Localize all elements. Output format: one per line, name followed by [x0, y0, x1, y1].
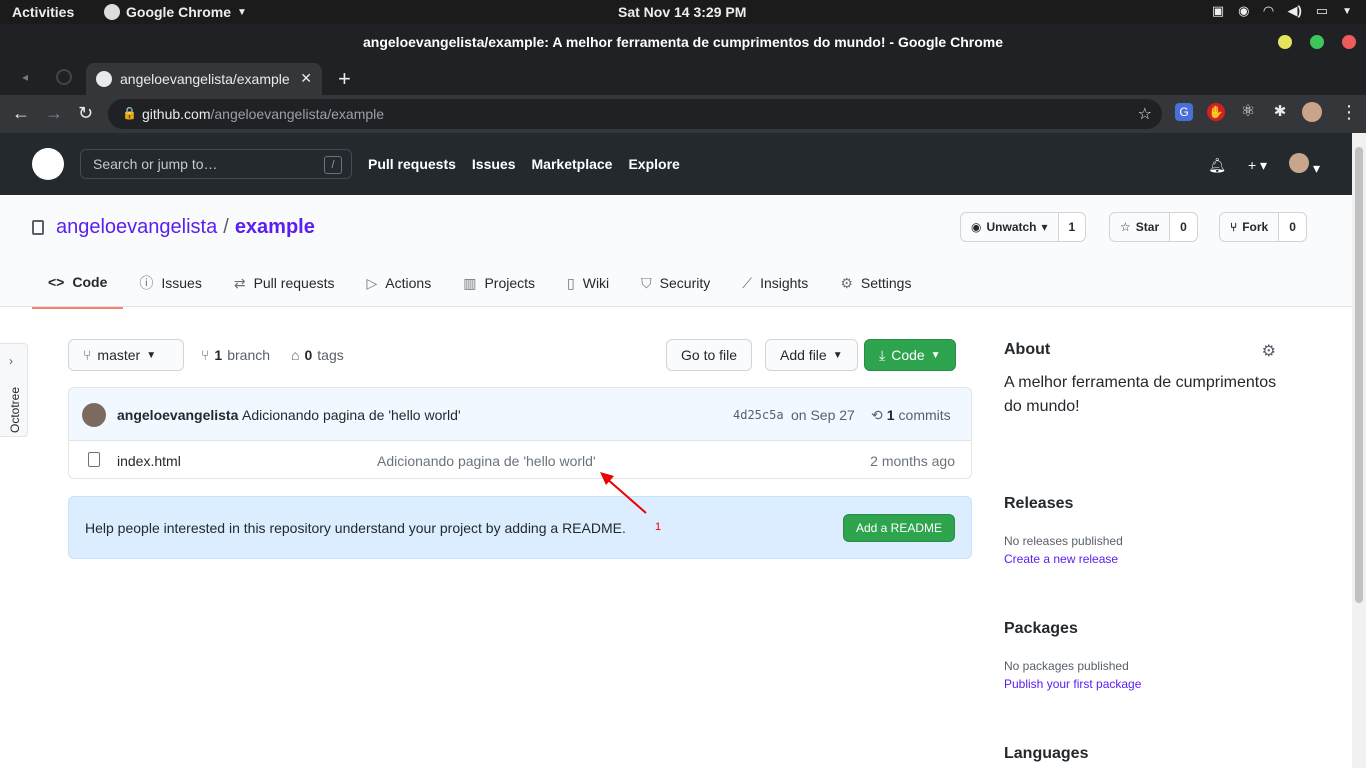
- releases-title[interactable]: Releases: [1004, 495, 1284, 513]
- languages-section: Languages: [1004, 745, 1284, 763]
- address-bar[interactable]: 🔒 github.com/angeloevangelista/example ☆: [108, 99, 1162, 129]
- adblock-extension-icon[interactable]: ✋: [1207, 103, 1225, 121]
- forward-icon[interactable]: →: [45, 103, 63, 124]
- reload-icon[interactable]: ↻: [78, 103, 93, 124]
- no-releases-text: No releases published: [1004, 534, 1123, 548]
- react-devtools-icon[interactable]: ⚛: [1239, 103, 1257, 121]
- minimize-button[interactable]: [1278, 35, 1292, 49]
- window-title: angeloevangelista/example: A melhor ferr…: [363, 34, 1003, 50]
- window-title-bar: angeloevangelista/example: A melhor ferr…: [0, 24, 1366, 60]
- browser-tab[interactable]: angeloevangelista/example: A ✕: [86, 63, 322, 95]
- bookmark-star-icon[interactable]: ☆: [1138, 104, 1152, 124]
- loading-icon: [56, 69, 72, 85]
- maximize-button[interactable]: [1310, 35, 1324, 49]
- repo-description: A melhor ferramenta de cumprimentos do m…: [1004, 374, 1277, 415]
- chevron-down-icon: ▼: [237, 6, 247, 18]
- extensions-puzzle-icon[interactable]: ✱: [1271, 103, 1289, 121]
- page-scrollbar[interactable]: [1352, 133, 1366, 768]
- back-icon[interactable]: ←: [12, 103, 30, 124]
- system-top-bar: Activities Google Chrome ▼ Sat Nov 14 3:…: [0, 0, 1366, 24]
- chrome-icon: [104, 4, 120, 20]
- close-tab-icon[interactable]: ✕: [300, 70, 312, 87]
- no-packages-text: No packages published: [1004, 659, 1129, 673]
- battery-icon[interactable]: ▭: [1316, 3, 1328, 19]
- annotation-number: 1: [655, 521, 662, 533]
- new-tab-button[interactable]: +: [338, 66, 351, 92]
- scrollbar-thumb[interactable]: [1355, 147, 1363, 603]
- profile-avatar[interactable]: [1302, 102, 1322, 122]
- app-menu[interactable]: Google Chrome ▼: [104, 4, 247, 20]
- github-favicon-icon: [96, 71, 112, 87]
- tab-title: angeloevangelista/example: A: [120, 71, 290, 87]
- browser-menu-icon[interactable]: ⋮: [1340, 102, 1358, 123]
- volume-icon[interactable]: ◀): [1287, 3, 1301, 19]
- tab-search-icon[interactable]: ◂: [22, 70, 28, 84]
- about-title: About: [1004, 341, 1051, 358]
- create-release-link[interactable]: Create a new release: [1004, 552, 1284, 566]
- update-icon[interactable]: ◉: [1238, 3, 1249, 19]
- close-window-button[interactable]: [1342, 35, 1356, 49]
- app-name: Google Chrome: [126, 4, 232, 20]
- lock-icon[interactable]: 🔒: [122, 106, 137, 120]
- system-tray[interactable]: ▣ ◉ ◠ ◀) ▭ ▼: [1212, 3, 1352, 19]
- packages-title[interactable]: Packages: [1004, 620, 1284, 638]
- releases-section: Releases No releases published Create a …: [1004, 495, 1284, 566]
- clock[interactable]: Sat Nov 14 3:29 PM: [618, 4, 746, 20]
- url-text[interactable]: github.com/angeloevangelista/example: [142, 106, 384, 122]
- languages-title: Languages: [1004, 745, 1089, 762]
- publish-package-link[interactable]: Publish your first package: [1004, 677, 1284, 691]
- github-page: Search or jump to… / Pull requests Issue…: [0, 133, 1352, 768]
- about-section: About ⚙ A melhor ferramenta de cumprimen…: [1004, 341, 1284, 419]
- translate-extension-icon[interactable]: G: [1175, 103, 1193, 121]
- wifi-icon[interactable]: ◠: [1263, 3, 1273, 19]
- display-icon[interactable]: ▣: [1212, 3, 1224, 19]
- packages-section: Packages No packages published Publish y…: [1004, 620, 1284, 691]
- tab-strip: ◂ angeloevangelista/example: A ✕: [0, 60, 1366, 95]
- browser-toolbar: ← → ↻ 🔒 github.com/angeloevangelista/exa…: [0, 95, 1366, 133]
- gear-icon[interactable]: ⚙: [1262, 341, 1276, 361]
- chevron-down-icon[interactable]: ▼: [1342, 6, 1352, 17]
- activities-button[interactable]: Activities: [12, 4, 74, 20]
